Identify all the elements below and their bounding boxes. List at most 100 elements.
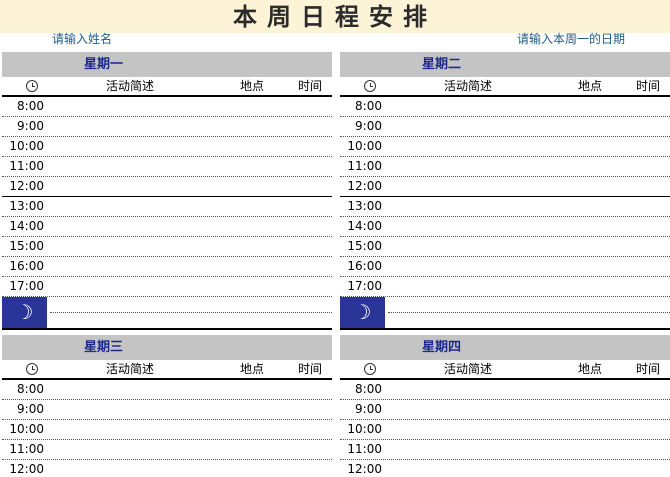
time-slot[interactable]: 9:00: [340, 117, 670, 137]
time-slot[interactable]: 10:00: [2, 137, 332, 157]
slot-time: 10:00: [9, 139, 44, 153]
day-name: 星期三: [84, 340, 124, 355]
time-slot[interactable]: 8:00: [2, 97, 332, 117]
slot-time: 12:00: [347, 462, 382, 476]
day-header: 星期三: [2, 335, 332, 360]
slot-time: 10:00: [347, 422, 382, 436]
slot-time: 14:00: [9, 219, 44, 233]
slot-time: 10:00: [347, 139, 382, 153]
name-input[interactable]: 请输入姓名: [52, 31, 112, 47]
slot-entry[interactable]: [388, 177, 670, 196]
slot-time: 15:00: [9, 239, 44, 253]
time-slot[interactable]: 8:00: [340, 380, 670, 400]
time-slot[interactable]: 11:00: [340, 440, 670, 460]
time-slot[interactable]: 12:00: [340, 177, 670, 197]
time-slot[interactable]: 8:00: [2, 380, 332, 400]
day-header: 星期二: [340, 52, 670, 77]
slot-entry[interactable]: [388, 460, 670, 477]
slot-entry[interactable]: [50, 460, 332, 477]
slot-entry[interactable]: [388, 97, 670, 116]
time-slot[interactable]: 13:00: [2, 197, 332, 217]
time-slot[interactable]: 9:00: [2, 400, 332, 420]
time-slot[interactable]: 17:00: [2, 277, 332, 297]
slot-entry[interactable]: [50, 177, 332, 196]
slot-entry[interactable]: [388, 380, 670, 399]
time-slot[interactable]: 10:00: [2, 420, 332, 440]
slot-entry[interactable]: [50, 117, 332, 136]
time-slot[interactable]: 15:00: [340, 237, 670, 257]
slot-entry[interactable]: [50, 137, 332, 156]
activity-column-label: 活动简述: [444, 79, 493, 93]
slot-time: 12:00: [9, 462, 44, 476]
slot-time: 11:00: [347, 442, 382, 456]
slot-entry[interactable]: [50, 440, 332, 459]
slot-entry[interactable]: [388, 217, 670, 236]
location-column-label: 地点: [240, 362, 265, 376]
slot-entry[interactable]: [50, 217, 332, 236]
slot-time: 12:00: [347, 179, 382, 193]
time-slot[interactable]: 11:00: [340, 157, 670, 177]
time-slot[interactable]: 10:00: [340, 420, 670, 440]
time-slot[interactable]: 17:00: [340, 277, 670, 297]
evening-slot[interactable]: ☽: [340, 297, 670, 330]
slot-entry[interactable]: [388, 117, 670, 136]
activity-column-label: 活动简述: [444, 362, 493, 376]
evening-slot[interactable]: ☽: [2, 297, 332, 330]
slot-entry[interactable]: [388, 420, 670, 439]
slot-entry[interactable]: [50, 380, 332, 399]
time-column-label: 时间: [636, 79, 661, 93]
time-slot[interactable]: 16:00: [340, 257, 670, 277]
slot-entry[interactable]: [50, 420, 332, 439]
day-thursday: 星期四 活动简述 地点 时间 8:00 9:00 10:00 11:00 12:…: [340, 335, 670, 477]
time-slot[interactable]: 10:00: [340, 137, 670, 157]
time-slot[interactable]: 12:00: [340, 460, 670, 477]
clock-icon: [364, 363, 376, 375]
slot-time: 13:00: [9, 199, 44, 213]
slot-entry[interactable]: [388, 237, 670, 256]
time-slot[interactable]: 9:00: [340, 400, 670, 420]
time-slot[interactable]: 14:00: [2, 217, 332, 237]
slot-time: 12:00: [9, 179, 44, 193]
slot-entry[interactable]: [50, 257, 332, 276]
time-slot[interactable]: 12:00: [2, 460, 332, 477]
time-slot[interactable]: 11:00: [2, 440, 332, 460]
day-name: 星期二: [422, 57, 462, 72]
slot-entry[interactable]: [388, 440, 670, 459]
slot-time: 9:00: [17, 402, 44, 416]
time-slot[interactable]: 13:00: [340, 197, 670, 217]
slot-entry[interactable]: [388, 257, 670, 276]
time-column-label: 时间: [298, 362, 323, 376]
time-slot[interactable]: 16:00: [2, 257, 332, 277]
slot-entry[interactable]: [50, 197, 332, 216]
column-header: 活动简述 地点 时间: [340, 77, 670, 97]
moon-icon: ☽: [2, 297, 47, 328]
column-header: 活动简述 地点 时间: [2, 77, 332, 97]
slot-entry[interactable]: [388, 137, 670, 156]
slot-entry[interactable]: [388, 197, 670, 216]
slot-entry[interactable]: [388, 400, 670, 419]
location-column-label: 地点: [240, 79, 265, 93]
slot-entry[interactable]: [50, 277, 332, 296]
slot-entry[interactable]: [50, 400, 332, 419]
slot-entry[interactable]: [50, 157, 332, 176]
slot-entry[interactable]: [388, 157, 670, 176]
slot-entry[interactable]: [50, 237, 332, 256]
time-slot[interactable]: 11:00: [2, 157, 332, 177]
slot-time: 8:00: [17, 382, 44, 396]
time-slot[interactable]: 9:00: [2, 117, 332, 137]
time-slot[interactable]: 12:00: [2, 177, 332, 197]
time-column-label: 时间: [298, 79, 323, 93]
time-slot[interactable]: 8:00: [340, 97, 670, 117]
time-slot[interactable]: 14:00: [340, 217, 670, 237]
column-header: 活动简述 地点 时间: [2, 360, 332, 380]
time-slot[interactable]: 15:00: [2, 237, 332, 257]
slot-entry[interactable]: [50, 97, 332, 116]
date-input[interactable]: 请输入本周一的日期: [517, 31, 625, 47]
activity-column-label: 活动简述: [106, 362, 155, 376]
slot-entry[interactable]: [388, 277, 670, 296]
moon-icon: ☽: [340, 297, 385, 328]
slot-time: 17:00: [347, 279, 382, 293]
clock-icon: [26, 363, 38, 375]
slot-time: 9:00: [355, 402, 382, 416]
day-header: 星期一: [2, 52, 332, 77]
